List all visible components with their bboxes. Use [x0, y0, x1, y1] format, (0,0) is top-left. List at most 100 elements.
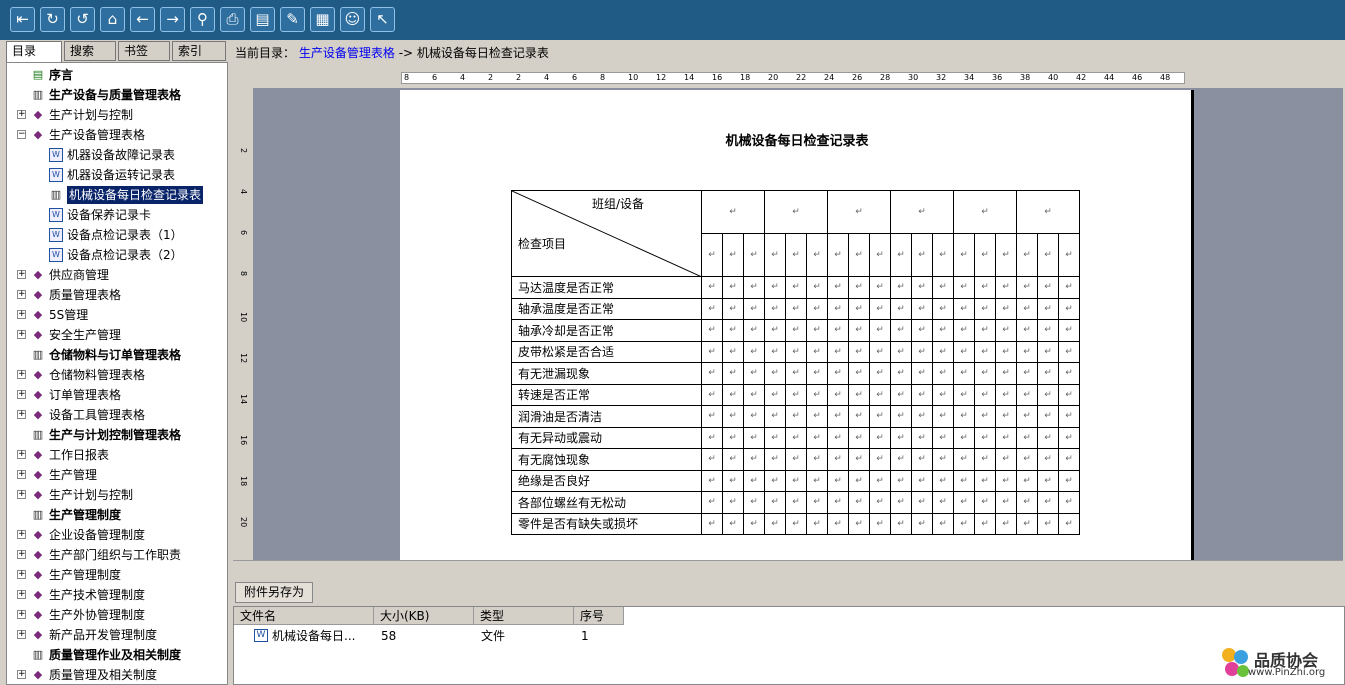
check-cell[interactable]: ↵ — [1016, 383, 1038, 406]
check-cell[interactable]: ↵ — [848, 340, 870, 363]
check-cell[interactable]: ↵ — [722, 319, 744, 342]
check-cell[interactable]: ↵ — [827, 512, 849, 535]
check-cell[interactable]: ↵ — [785, 319, 807, 342]
check-cell[interactable]: ↵ — [995, 362, 1017, 385]
check-cell[interactable]: ↵ — [743, 383, 765, 406]
check-cell[interactable]: ↵ — [1037, 297, 1059, 320]
check-cell[interactable]: ↵ — [848, 383, 870, 406]
check-cell[interactable]: ↵ — [932, 469, 954, 492]
check-cell[interactable]: ↵ — [701, 319, 723, 342]
sub-header-cell[interactable]: ↵ — [869, 233, 891, 277]
sub-header-cell[interactable]: ↵ — [701, 233, 723, 277]
check-cell[interactable]: ↵ — [953, 383, 975, 406]
check-cell[interactable]: ↵ — [722, 340, 744, 363]
check-cell[interactable]: ↵ — [701, 362, 723, 385]
check-cell[interactable]: ↵ — [1058, 319, 1080, 342]
check-cell[interactable]: ↵ — [1037, 491, 1059, 514]
check-cell[interactable]: ↵ — [974, 362, 996, 385]
column-filename[interactable]: 文件名 — [234, 607, 374, 625]
check-cell[interactable]: ↵ — [869, 512, 891, 535]
tree-item[interactable]: + ◆ 生产技术管理制度 — [7, 585, 227, 605]
check-cell[interactable]: ↵ — [848, 426, 870, 449]
tree-item[interactable]: ▥ 仓储物料与订单管理表格 — [7, 345, 227, 365]
check-cell[interactable]: ↵ — [827, 276, 849, 299]
check-cell[interactable]: ↵ — [1058, 405, 1080, 428]
check-cell[interactable]: ↵ — [974, 448, 996, 471]
check-cell[interactable]: ↵ — [722, 491, 744, 514]
sub-header-cell[interactable]: ↵ — [953, 233, 975, 277]
check-cell[interactable]: ↵ — [701, 448, 723, 471]
sub-header-cell[interactable]: ↵ — [827, 233, 849, 277]
expand-icon[interactable]: + — [17, 270, 26, 279]
expand-icon[interactable]: + — [17, 610, 26, 619]
document-icon[interactable]: ▦ — [310, 7, 335, 32]
sub-header-cell[interactable]: ↵ — [785, 233, 807, 277]
check-cell[interactable]: ↵ — [995, 448, 1017, 471]
check-cell[interactable]: ↵ — [743, 405, 765, 428]
check-cell[interactable]: ↵ — [1016, 448, 1038, 471]
tree-item[interactable]: + ◆ 企业设备管理制度 — [7, 525, 227, 545]
check-cell[interactable]: ↵ — [1058, 383, 1080, 406]
check-cell[interactable]: ↵ — [932, 448, 954, 471]
expand-icon[interactable]: + — [17, 550, 26, 559]
check-cell[interactable]: ↵ — [1016, 512, 1038, 535]
document-viewer[interactable]: 8 6 4 2 2 4 6 8 10 12 14 16 18 20 22 24 26 28 30 32 34 36 38 40… — [233, 68, 1343, 560]
check-cell[interactable]: ↵ — [1016, 297, 1038, 320]
check-cell[interactable]: ↵ — [806, 426, 828, 449]
expand-icon[interactable]: + — [17, 530, 26, 539]
check-cell[interactable]: ↵ — [911, 491, 933, 514]
home-icon[interactable]: ⌂ — [100, 7, 125, 32]
sub-header-cell[interactable]: ↵ — [743, 233, 765, 277]
check-cell[interactable]: ↵ — [953, 340, 975, 363]
check-cell[interactable]: ↵ — [722, 297, 744, 320]
check-cell[interactable]: ↵ — [953, 512, 975, 535]
check-cell[interactable]: ↵ — [806, 448, 828, 471]
check-cell[interactable]: ↵ — [869, 383, 891, 406]
check-cell[interactable]: ↵ — [974, 512, 996, 535]
check-cell[interactable]: ↵ — [953, 405, 975, 428]
check-cell[interactable]: ↵ — [785, 491, 807, 514]
tree-item[interactable]: + ◆ 生产计划与控制 — [7, 105, 227, 125]
check-cell[interactable]: ↵ — [743, 426, 765, 449]
check-cell[interactable]: ↵ — [911, 383, 933, 406]
check-cell[interactable]: ↵ — [1037, 340, 1059, 363]
check-cell[interactable]: ↵ — [932, 491, 954, 514]
check-cell[interactable]: ↵ — [827, 297, 849, 320]
tab-index[interactable]: 索引 — [172, 41, 226, 61]
check-cell[interactable]: ↵ — [953, 491, 975, 514]
horizontal-scrollbar[interactable] — [233, 560, 1343, 576]
tree-item[interactable]: + ◆ 新产品开发管理制度 — [7, 625, 227, 645]
sub-header-cell[interactable]: ↵ — [764, 233, 786, 277]
tree-item[interactable]: W 设备保养记录卡 — [7, 205, 227, 225]
check-cell[interactable]: ↵ — [911, 469, 933, 492]
sub-header-cell[interactable]: ↵ — [1058, 233, 1080, 277]
check-cell[interactable]: ↵ — [827, 448, 849, 471]
check-cell[interactable]: ↵ — [890, 297, 912, 320]
check-cell[interactable]: ↵ — [1037, 362, 1059, 385]
check-cell[interactable]: ↵ — [722, 448, 744, 471]
check-cell[interactable]: ↵ — [785, 405, 807, 428]
print-icon[interactable]: ⎙ — [220, 7, 245, 32]
save-attachment-button[interactable]: 附件另存为 — [235, 582, 314, 603]
check-cell[interactable]: ↵ — [890, 512, 912, 535]
tree-item[interactable]: − ◆ 生产设备管理表格 — [7, 125, 227, 145]
check-cell[interactable]: ↵ — [722, 469, 744, 492]
check-cell[interactable]: ↵ — [869, 362, 891, 385]
expand-icon[interactable]: + — [17, 110, 26, 119]
check-cell[interactable]: ↵ — [848, 319, 870, 342]
check-cell[interactable]: ↵ — [785, 276, 807, 299]
check-cell[interactable]: ↵ — [869, 491, 891, 514]
group-header-cell[interactable]: ↵ — [764, 190, 828, 234]
tree-item[interactable]: + ◆ 设备工具管理表格 — [7, 405, 227, 425]
check-cell[interactable]: ↵ — [890, 448, 912, 471]
tree-item[interactable]: + ◆ 工作日报表 — [7, 445, 227, 465]
check-cell[interactable]: ↵ — [722, 512, 744, 535]
check-cell[interactable]: ↵ — [827, 362, 849, 385]
check-cell[interactable]: ↵ — [869, 319, 891, 342]
column-type[interactable]: 类型 — [474, 607, 574, 625]
search-icon[interactable]: ⚲ — [190, 7, 215, 32]
tree-item[interactable]: W 设备点检记录表（1） — [7, 225, 227, 245]
tree-item[interactable]: + ◆ 生产管理制度 — [7, 565, 227, 585]
check-cell[interactable]: ↵ — [995, 469, 1017, 492]
check-cell[interactable]: ↵ — [1016, 469, 1038, 492]
